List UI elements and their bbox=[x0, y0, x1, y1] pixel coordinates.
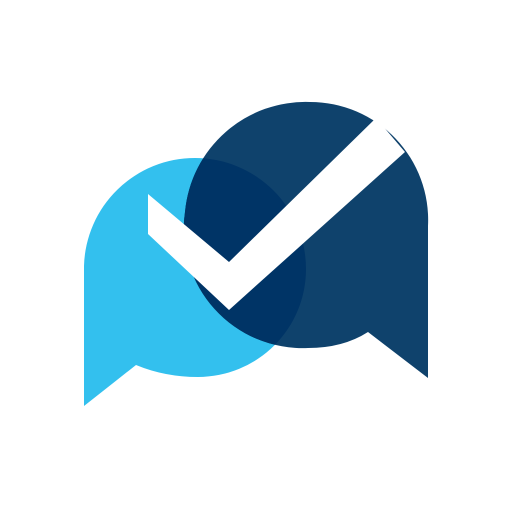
chat-bubbles-checkmark-icon bbox=[84, 101, 429, 406]
app-logo-canvas bbox=[0, 0, 512, 512]
